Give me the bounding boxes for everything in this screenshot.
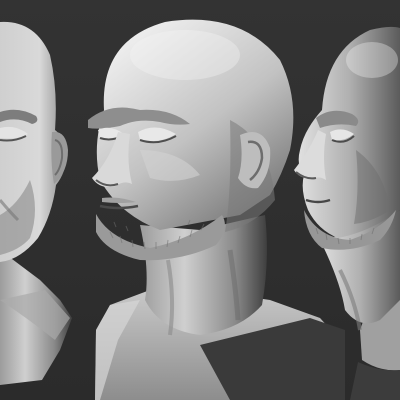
sculpt-render-viewport bbox=[0, 0, 400, 400]
sculpt-render-image bbox=[0, 0, 400, 400]
